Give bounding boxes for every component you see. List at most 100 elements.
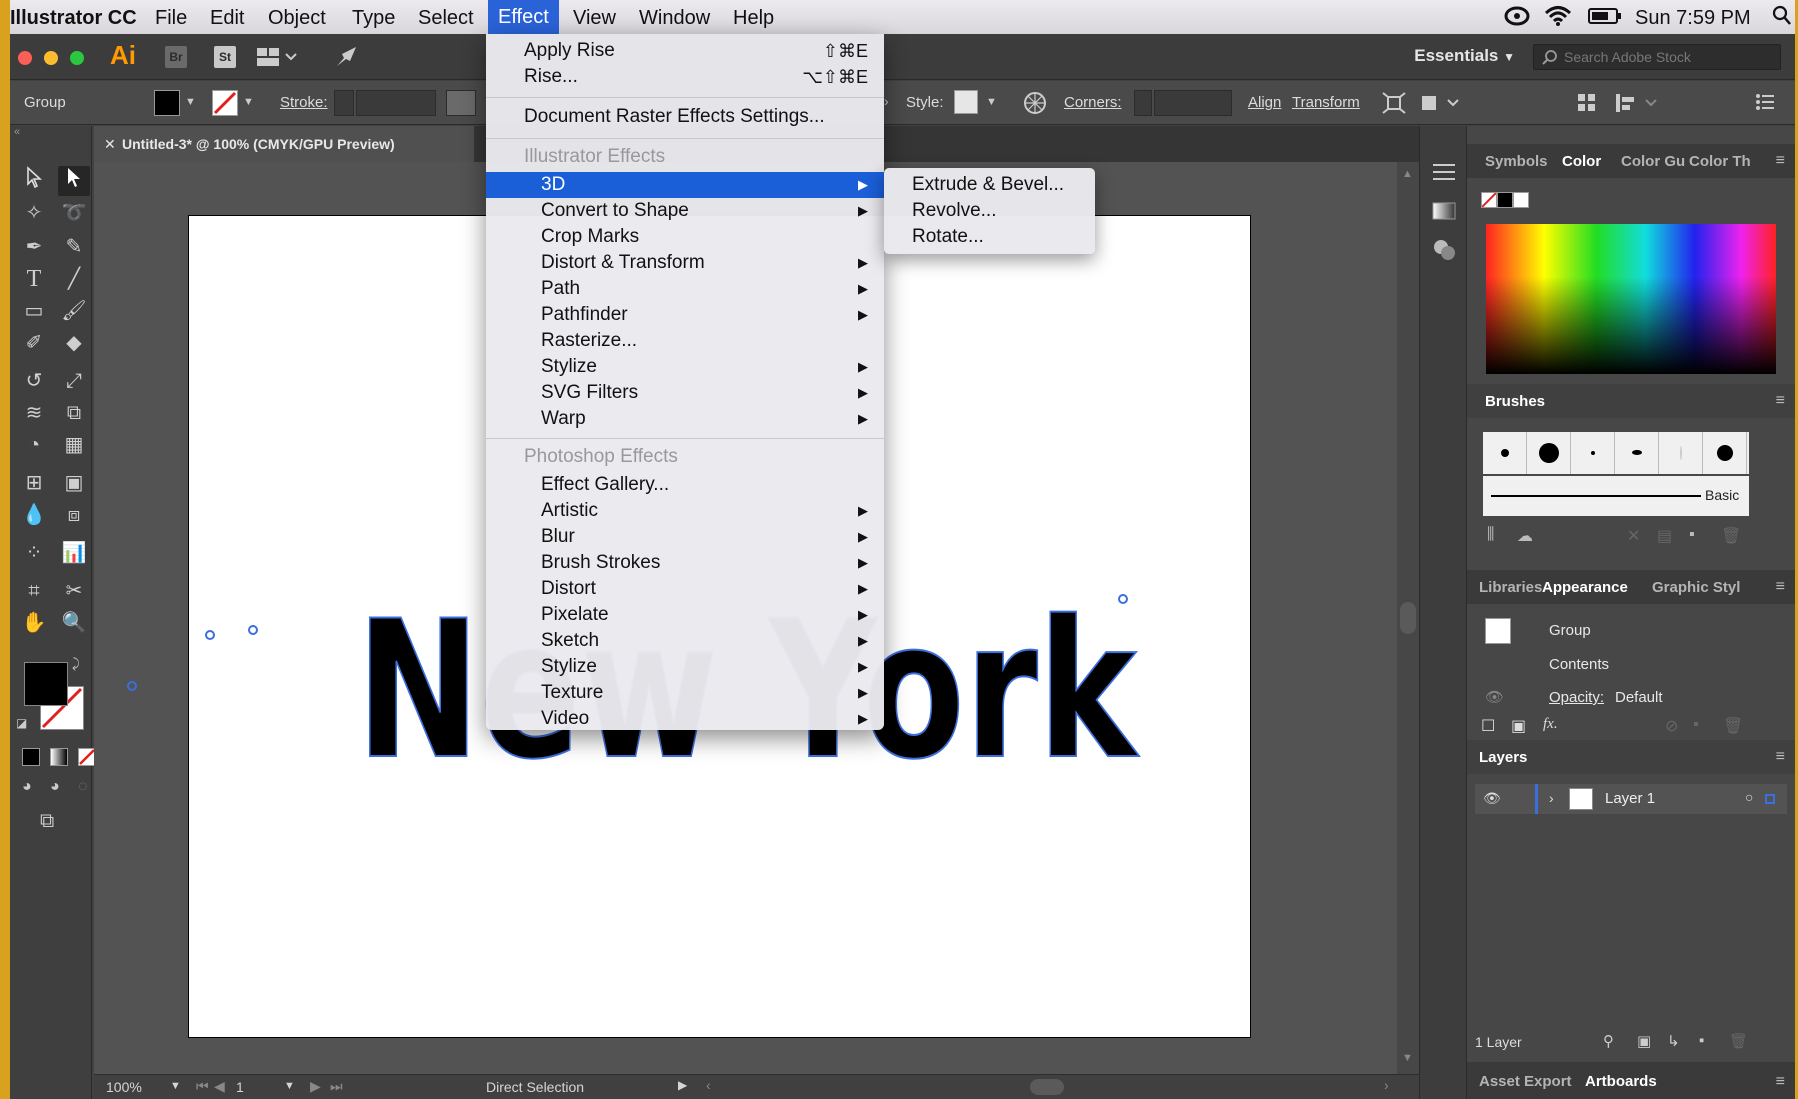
new-layer-icon[interactable]: ▪ <box>1699 1032 1704 1049</box>
width-tool-icon[interactable]: ≋ <box>18 398 50 428</box>
stroke-swatch[interactable] <box>212 90 238 116</box>
brush-basic-row[interactable]: Basic <box>1483 476 1749 516</box>
brush-preset[interactable] <box>1571 432 1615 474</box>
zoom-level[interactable]: 100% <box>106 1079 142 1095</box>
menu-item-warp[interactable]: Warp ▶ <box>486 406 884 432</box>
stroke-weight-stepper[interactable] <box>334 90 354 116</box>
blend-tool-icon[interactable]: ⧈ <box>58 500 90 530</box>
color-panel-menu-icon[interactable]: ≡ <box>1776 152 1785 170</box>
menu-window[interactable]: Window <box>639 6 710 30</box>
white-swatch[interactable] <box>1513 192 1529 208</box>
menu-type[interactable]: Type <box>352 6 395 30</box>
artboard-tool-icon[interactable]: ⌗ <box>18 576 50 606</box>
lasso-tool-icon[interactable]: ➰ <box>58 198 90 228</box>
menu-item-crop-marks[interactable]: Crop Marks <box>486 224 884 250</box>
shape-builder-tool-icon[interactable]: ◔ <box>18 430 50 460</box>
eraser-tool-icon[interactable]: ◆ <box>58 328 90 358</box>
layers-panel-menu-icon[interactable]: ≡ <box>1776 748 1785 766</box>
visibility-eye-icon[interactable]: 👁 <box>1485 688 1504 706</box>
pen-tool-icon[interactable]: ✒ <box>18 232 50 262</box>
menu-item-rotate[interactable]: Rotate... <box>884 224 1095 250</box>
zoom-dropdown-icon[interactable]: ▼ <box>170 1080 181 1092</box>
artboard-number[interactable]: 1 <box>236 1079 244 1095</box>
document-tab[interactable]: ✕ Untitled-3* @ 100% (CMYK/GPU Preview) <box>94 126 474 162</box>
horizontal-scroll-thumb[interactable] <box>1030 1079 1064 1095</box>
new-sublayer-icon[interactable]: ↳ <box>1667 1032 1680 1050</box>
clear-appearance-icon[interactable]: ⊘ <box>1665 716 1678 736</box>
slice-tool-icon[interactable]: ✂ <box>58 576 90 606</box>
draw-inside-icon[interactable]: ◌ <box>78 778 88 796</box>
isolate-group-icon[interactable] <box>1382 92 1406 118</box>
transparency-panel-icon[interactable] <box>1432 238 1458 267</box>
stroke-dropdown-icon[interactable]: ▼ <box>243 96 254 108</box>
brush-options-icon[interactable]: ▤ <box>1657 526 1672 546</box>
menubar-clock[interactable]: Sun 7:59 PM <box>1635 6 1751 30</box>
scroll-right-icon[interactable]: › <box>1384 1077 1389 1093</box>
gradient-mode-icon[interactable] <box>50 748 68 766</box>
menu-item-blur[interactable]: Blur ▶ <box>486 524 884 550</box>
menu-item-stylize[interactable]: Stylize ▶ <box>486 354 884 380</box>
collapse-panel-icon[interactable]: « <box>14 126 20 138</box>
variable-width-field[interactable] <box>446 90 476 116</box>
draw-normal-icon[interactable]: ◕ <box>22 778 32 796</box>
add-effect-icon[interactable]: fx. <box>1543 716 1558 733</box>
layer-target-icon[interactable]: ○ <box>1745 789 1753 805</box>
libraries-panel-icon[interactable]: ☁ <box>1517 526 1533 546</box>
layer-row[interactable]: 👁 › Layer 1 ○ <box>1475 784 1787 814</box>
tab-color[interactable]: Color <box>1562 153 1601 170</box>
vertical-scroll-thumb[interactable] <box>1400 602 1416 634</box>
creative-cloud-icon[interactable] <box>1504 4 1530 28</box>
scroll-left-icon[interactable]: ‹ <box>706 1077 711 1093</box>
rectangle-tool-icon[interactable]: ▭ <box>18 296 50 326</box>
minimize-window-button[interactable] <box>44 51 58 65</box>
curvature-tool-icon[interactable]: ✎ <box>58 232 90 262</box>
menu-item-sketch[interactable]: Sketch ▶ <box>486 628 884 654</box>
menu-item-pathfinder[interactable]: Pathfinder ▶ <box>486 302 884 328</box>
menu-item-brush-strokes[interactable]: Brush Strokes ▶ <box>486 550 884 576</box>
corners-field[interactable] <box>1154 90 1232 116</box>
zoom-tool-icon[interactable]: 🔍 <box>58 608 90 638</box>
symbol-sprayer-tool-icon[interactable]: ⁘ <box>18 538 50 568</box>
menu-item-pixelate[interactable]: Pixelate ▶ <box>486 602 884 628</box>
appearance-panel-menu-icon[interactable]: ≡ <box>1776 578 1785 596</box>
menu-object[interactable]: Object <box>268 6 326 30</box>
menu-help[interactable]: Help <box>733 6 774 30</box>
expand-layer-icon[interactable]: › <box>1549 790 1554 806</box>
align-options-icon[interactable] <box>1614 92 1658 118</box>
close-window-button[interactable] <box>18 51 32 65</box>
rotate-tool-icon[interactable]: ↺ <box>18 366 50 396</box>
add-fill-icon[interactable]: ▣ <box>1511 716 1526 736</box>
type-tool-icon[interactable]: T <box>18 264 50 294</box>
paintbrush-tool-icon[interactable]: 🖌 <box>58 296 90 326</box>
mesh-tool-icon[interactable]: ⊞ <box>18 468 50 498</box>
scroll-down-icon[interactable]: ▼ <box>1402 1052 1413 1064</box>
locate-object-icon[interactable]: ⚲ <box>1603 1032 1614 1050</box>
gradient-tool-icon[interactable]: ▣ <box>58 468 90 498</box>
gpu-performance-icon[interactable] <box>334 44 360 75</box>
tab-color-guide[interactable]: Color Gu <box>1621 153 1685 170</box>
menu-item-texture[interactable]: Texture ▶ <box>486 680 884 706</box>
menu-item-distort-transform[interactable]: Distort & Transform ▶ <box>486 250 884 276</box>
remove-stroke-icon[interactable]: ✕ <box>1627 526 1640 546</box>
menu-item-path[interactable]: Path ▶ <box>486 276 884 302</box>
hand-tool-icon[interactable]: ✋ <box>18 608 50 638</box>
stock-button[interactable]: St <box>214 46 236 68</box>
brush-preset[interactable] <box>1483 432 1527 474</box>
style-dropdown-icon[interactable]: ▼ <box>986 96 997 108</box>
battery-icon[interactable] <box>1588 7 1622 31</box>
tab-libraries[interactable]: Libraries <box>1479 579 1542 596</box>
fill-swatch[interactable] <box>154 90 180 116</box>
tab-color-themes[interactable]: Color Th <box>1689 153 1751 170</box>
direct-selection-tool-icon[interactable] <box>58 166 90 196</box>
tab-asset-export[interactable]: Asset Export <box>1479 1073 1572 1090</box>
graphic-style-swatch[interactable] <box>954 90 978 114</box>
perspective-grid-tool-icon[interactable]: ▦ <box>58 430 90 460</box>
black-swatch[interactable] <box>1497 192 1513 208</box>
tab-symbols[interactable]: Symbols <box>1485 153 1548 170</box>
free-transform-tool-icon[interactable]: ⧉ <box>58 398 90 428</box>
menu-item-convert-to-shape[interactable]: Convert to Shape ▶ <box>486 198 884 224</box>
layer-visibility-icon[interactable]: 👁 <box>1483 790 1501 807</box>
tab-graphic-styles[interactable]: Graphic Styl <box>1652 579 1740 596</box>
swap-colors-icon[interactable]: ⤸ <box>72 656 80 672</box>
recolor-artwork-icon[interactable] <box>1022 90 1048 120</box>
